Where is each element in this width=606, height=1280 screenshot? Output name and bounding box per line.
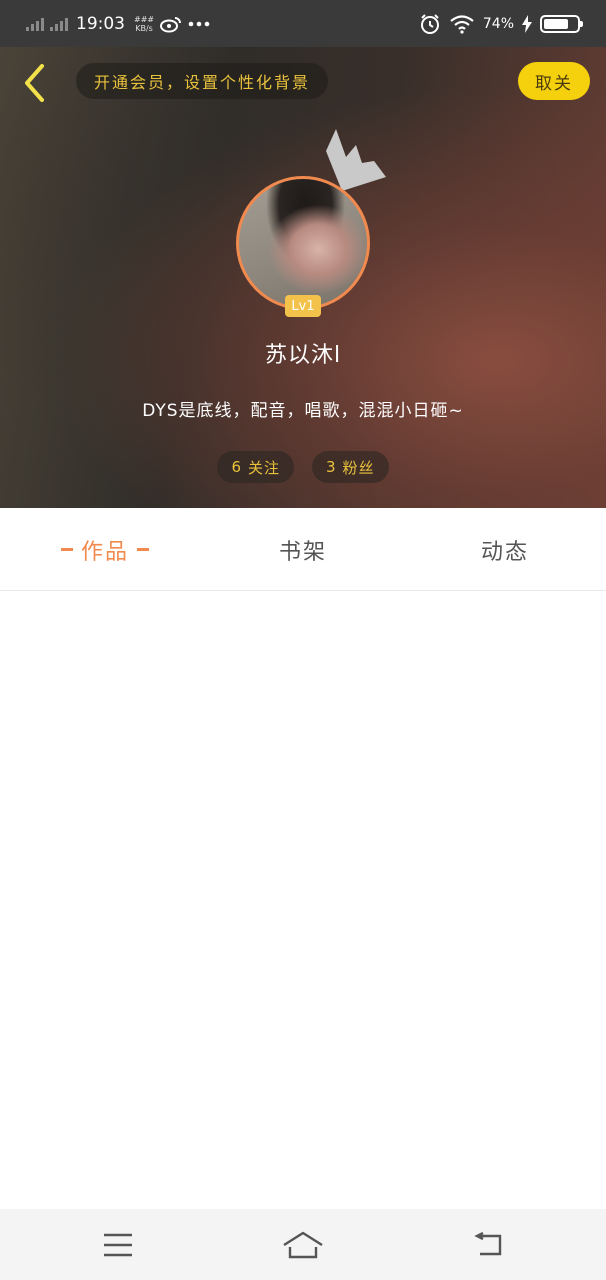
tab-bookshelf[interactable]: 书架 [253, 508, 353, 591]
menu-icon [104, 1233, 132, 1256]
profile-header: 开通会员，设置个性化背景 取关 Lv1 苏以沐l DYS是底线，配音，唱歌，混混… [0, 47, 606, 508]
charging-icon [522, 14, 532, 33]
battery-icon [540, 14, 583, 33]
tab-activity[interactable]: 动态 [455, 508, 555, 591]
followers-count[interactable]: 3 粉丝 [312, 451, 389, 483]
wifi-icon [449, 14, 475, 34]
status-time: 19:03 [76, 13, 125, 34]
menu-button[interactable] [78, 1209, 158, 1280]
back-icon [474, 1231, 502, 1255]
more-dots-icon [188, 21, 210, 27]
stats: 6 关注 3 粉丝 [0, 451, 606, 483]
tab-indicator-right [137, 548, 149, 551]
vip-banner[interactable]: 开通会员，设置个性化背景 [76, 63, 329, 99]
home-button[interactable] [263, 1209, 343, 1280]
tab-indicator-left [60, 548, 73, 551]
level-badge: Lv1 [285, 295, 321, 317]
back-nav-button[interactable] [448, 1209, 528, 1280]
system-nav-bar [0, 1209, 606, 1280]
following-count[interactable]: 6 关注 [217, 451, 294, 483]
unfollow-button[interactable]: 取关 [518, 62, 590, 100]
tab-content-area [0, 592, 606, 1209]
profile-tabs: 作品 书架 动态 [0, 508, 606, 591]
battery-fill [544, 18, 568, 29]
alarm-icon [419, 13, 441, 35]
avatar[interactable] [236, 176, 370, 310]
home-icon [283, 1231, 323, 1258]
battery-percent: 74% [482, 15, 514, 32]
bio: DYS是底线，配音，唱歌，混混小日砸~ [142, 401, 464, 421]
status-bar: 19:03 ### KB/s 74% [0, 0, 606, 47]
signal-icon [26, 17, 44, 31]
chevron-left-icon [25, 64, 44, 102]
weibo-icon [160, 15, 182, 33]
signal-icon [50, 17, 68, 31]
net-speed: ### KB/s [134, 14, 155, 33]
back-button[interactable] [14, 61, 54, 105]
tab-works[interactable]: 作品 [40, 508, 170, 591]
username: 苏以沐l [264, 343, 342, 368]
